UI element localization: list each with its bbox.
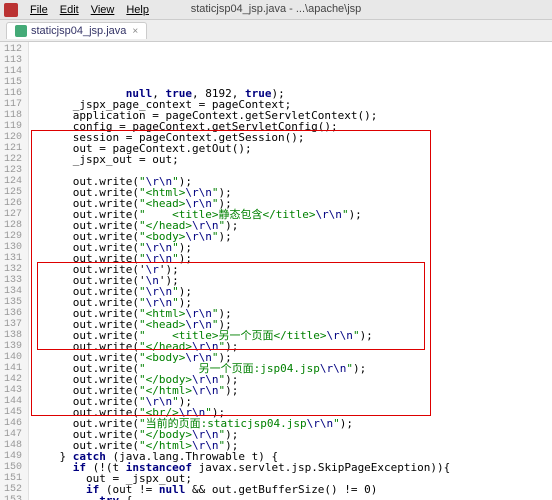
editor-pane[interactable]: 1121131141151161171181191201211221231241… — [0, 42, 552, 500]
line-number: 151 — [4, 473, 22, 484]
line-number: 114 — [4, 66, 22, 77]
menu-view[interactable]: View — [85, 2, 121, 18]
java-file-icon — [15, 25, 27, 37]
menu-edit[interactable]: Edit — [54, 2, 85, 18]
line-number: 131 — [4, 253, 22, 264]
line-number: 145 — [4, 407, 22, 418]
menu-bar: File Edit View Help staticjsp04_jsp.java… — [0, 0, 552, 20]
line-number: 126 — [4, 198, 22, 209]
line-number: 113 — [4, 55, 22, 66]
line-number: 142 — [4, 374, 22, 385]
line-number-gutter: 1121131141151161171181191201211221231241… — [0, 42, 29, 500]
line-number: 137 — [4, 319, 22, 330]
close-icon[interactable]: × — [132, 26, 138, 37]
line-number: 116 — [4, 88, 22, 99]
line-number: 129 — [4, 231, 22, 242]
line-number: 118 — [4, 110, 22, 121]
tab-label: staticjsp04_jsp.java — [31, 25, 126, 37]
line-number: 147 — [4, 429, 22, 440]
line-number: 123 — [4, 165, 22, 176]
line-number: 132 — [4, 264, 22, 275]
line-number: 136 — [4, 308, 22, 319]
line-number: 141 — [4, 363, 22, 374]
code-area[interactable]: null, true, 8192, true); _jspx_page_cont… — [29, 42, 450, 500]
line-number: 146 — [4, 418, 22, 429]
line-number: 128 — [4, 220, 22, 231]
line-number: 135 — [4, 297, 22, 308]
tab-active[interactable]: staticjsp04_jsp.java × — [6, 22, 147, 39]
line-number: 122 — [4, 154, 22, 165]
line-number: 120 — [4, 132, 22, 143]
line-number: 119 — [4, 121, 22, 132]
line-number: 143 — [4, 385, 22, 396]
window-title: staticjsp04_jsp.java - ...\apache\jsp — [191, 3, 362, 15]
code-line[interactable]: _jspx_out = out; — [33, 154, 450, 165]
tab-bar: staticjsp04_jsp.java × — [0, 20, 552, 42]
line-number: 148 — [4, 440, 22, 451]
line-number: 152 — [4, 484, 22, 495]
line-number: 124 — [4, 176, 22, 187]
line-number: 144 — [4, 396, 22, 407]
menu-help[interactable]: Help — [120, 2, 155, 18]
line-number: 140 — [4, 352, 22, 363]
line-number: 121 — [4, 143, 22, 154]
line-number: 149 — [4, 451, 22, 462]
line-number: 139 — [4, 341, 22, 352]
line-number: 115 — [4, 77, 22, 88]
line-number: 125 — [4, 187, 22, 198]
app-icon — [4, 3, 18, 17]
line-number: 127 — [4, 209, 22, 220]
line-number: 153 — [4, 495, 22, 500]
line-number: 117 — [4, 99, 22, 110]
line-number: 112 — [4, 44, 22, 55]
line-number: 133 — [4, 275, 22, 286]
line-number: 150 — [4, 462, 22, 473]
line-number: 138 — [4, 330, 22, 341]
menu-file[interactable]: File — [24, 2, 54, 18]
line-number: 130 — [4, 242, 22, 253]
line-number: 134 — [4, 286, 22, 297]
